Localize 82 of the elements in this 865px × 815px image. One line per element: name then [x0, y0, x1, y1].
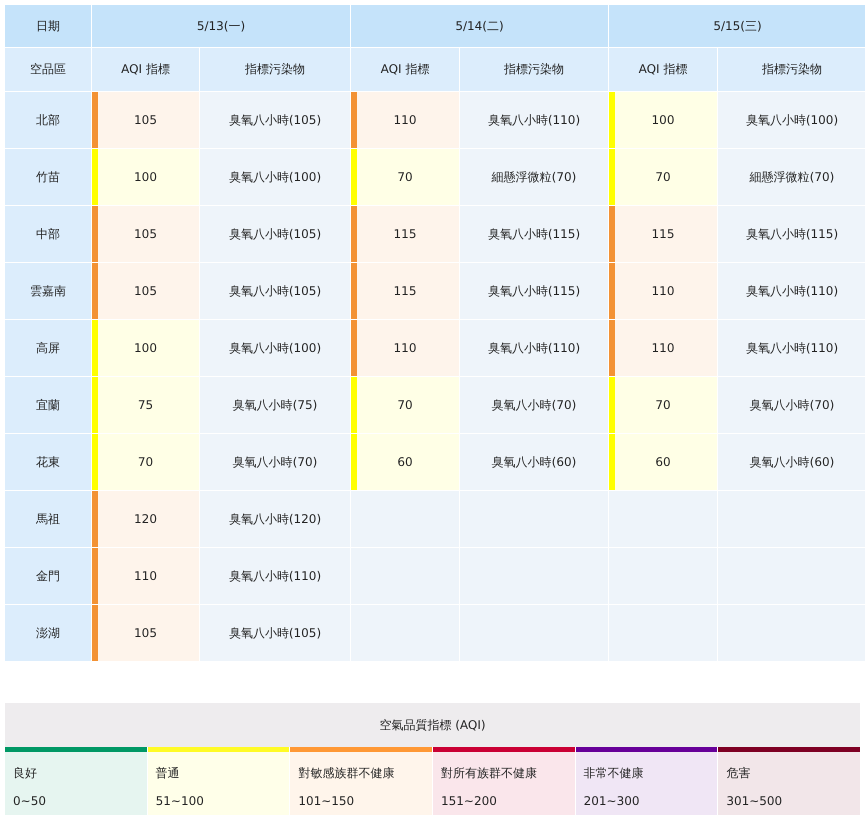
aqi-value: 110 [652, 284, 674, 298]
column-header: AQI 指標 [351, 48, 459, 91]
pollutant-cell: 臭氧八小時(105) [200, 263, 350, 319]
level-name: 良好 [13, 764, 38, 782]
pollutant-cell: 臭氧八小時(110) [460, 92, 608, 148]
aqi-value: 70 [655, 398, 671, 412]
pollutant-cell: 臭氧八小時(110) [718, 263, 865, 319]
column-header: 空品區 [5, 48, 91, 91]
pollutant-cell: 臭氧八小時(110) [200, 548, 350, 604]
pollutant-cell: 臭氧八小時(105) [200, 605, 350, 661]
area-cell: 北部 [5, 92, 91, 148]
area-cell: 馬祖 [5, 491, 91, 547]
aqi-value: 70 [138, 455, 154, 469]
pollutant-cell: 臭氧八小時(110) [460, 320, 608, 376]
level-name: 危害 [726, 764, 752, 782]
aqi-value: 110 [652, 341, 674, 355]
aqi-value: 105 [134, 284, 157, 298]
area-cell: 高屏 [5, 320, 91, 376]
date-header: 5/15(三) [609, 5, 865, 47]
date-header: 5/13(一) [92, 5, 350, 47]
pollutant-cell: 臭氧八小時(115) [460, 206, 608, 262]
column-header: 指標污染物 [200, 48, 350, 91]
pollutant-cell: 臭氧八小時(115) [460, 263, 608, 319]
pollutant-cell: 臭氧八小時(105) [200, 206, 350, 262]
area-cell: 澎湖 [5, 605, 91, 661]
aqi-value: 120 [134, 512, 157, 526]
pollutant-cell: 臭氧八小時(60) [460, 434, 608, 490]
aqi-value: 70 [397, 398, 413, 412]
aqi-value: 70 [655, 170, 671, 184]
aqi-value: 60 [655, 455, 671, 469]
column-header: AQI 指標 [609, 48, 717, 91]
pollutant-cell: 臭氧八小時(100) [200, 320, 350, 376]
aqi-value: 115 [394, 284, 416, 298]
column-header: 日期 [5, 5, 91, 47]
pollutant-cell: 臭氧八小時(100) [200, 149, 350, 205]
pollutant-cell: 臭氧八小時(115) [718, 206, 865, 262]
aqi-value: 105 [134, 113, 157, 127]
level-range: 0~50 [13, 794, 47, 808]
level-range: 101~150 [298, 794, 356, 808]
pollutant-cell: 臭氧八小時(110) [718, 320, 865, 376]
aqi-value: 75 [138, 398, 154, 412]
pollutant-cell: 臭氧八小時(70) [460, 377, 608, 433]
aqi-value: 110 [394, 341, 416, 355]
pollutant-cell: 臭氧八小時(70) [200, 434, 350, 490]
legend-title: 空氣品質指標 (AQI) [5, 703, 860, 747]
aqi-value: 70 [397, 170, 413, 184]
pollutant-cell: 臭氧八小時(120) [200, 491, 350, 547]
aqi-value: 110 [134, 569, 157, 583]
aqi-value: 110 [394, 113, 416, 127]
column-header: AQI 指標 [92, 48, 199, 91]
pollutant-cell: 臭氧八小時(100) [718, 92, 865, 148]
pollutant-cell: 臭氧八小時(70) [718, 377, 865, 433]
column-header: 指標污染物 [460, 48, 608, 91]
pollutant-cell: 臭氧八小時(105) [200, 92, 350, 148]
pollutant-cell: 臭氧八小時(75) [200, 377, 350, 433]
aqi-value: 115 [394, 227, 416, 241]
area-cell: 宜蘭 [5, 377, 91, 433]
aqi-value: 105 [134, 227, 157, 241]
level-range: 51~100 [156, 794, 205, 808]
date-header: 5/14(二) [351, 5, 608, 47]
aqi-value: 105 [134, 626, 157, 640]
area-cell: 花東 [5, 434, 91, 490]
pollutant-cell: 細懸浮微粒(70) [460, 149, 608, 205]
level-name: 對敏感族群不健康 [298, 764, 396, 782]
aqi-value: 115 [652, 227, 674, 241]
aqi-value: 100 [652, 113, 674, 127]
level-range: 201~300 [584, 794, 641, 808]
pollutant-cell: 細懸浮微粒(70) [718, 149, 865, 205]
level-range: 151~200 [441, 794, 498, 808]
level-name: 對所有族群不健康 [441, 764, 538, 782]
pollutant-cell: 臭氧八小時(60) [718, 434, 865, 490]
level-name: 非常不健康 [584, 764, 645, 782]
level-name: 普通 [156, 764, 181, 782]
aqi-value: 100 [134, 170, 157, 184]
aqi-value: 60 [397, 455, 413, 469]
area-cell: 金門 [5, 548, 91, 604]
level-range: 301~500 [726, 794, 784, 808]
area-cell: 雲嘉南 [5, 263, 91, 319]
area-cell: 竹苗 [5, 149, 91, 205]
area-cell: 中部 [5, 206, 91, 262]
aqi-value: 100 [134, 341, 157, 355]
column-header: 指標污染物 [718, 48, 865, 91]
